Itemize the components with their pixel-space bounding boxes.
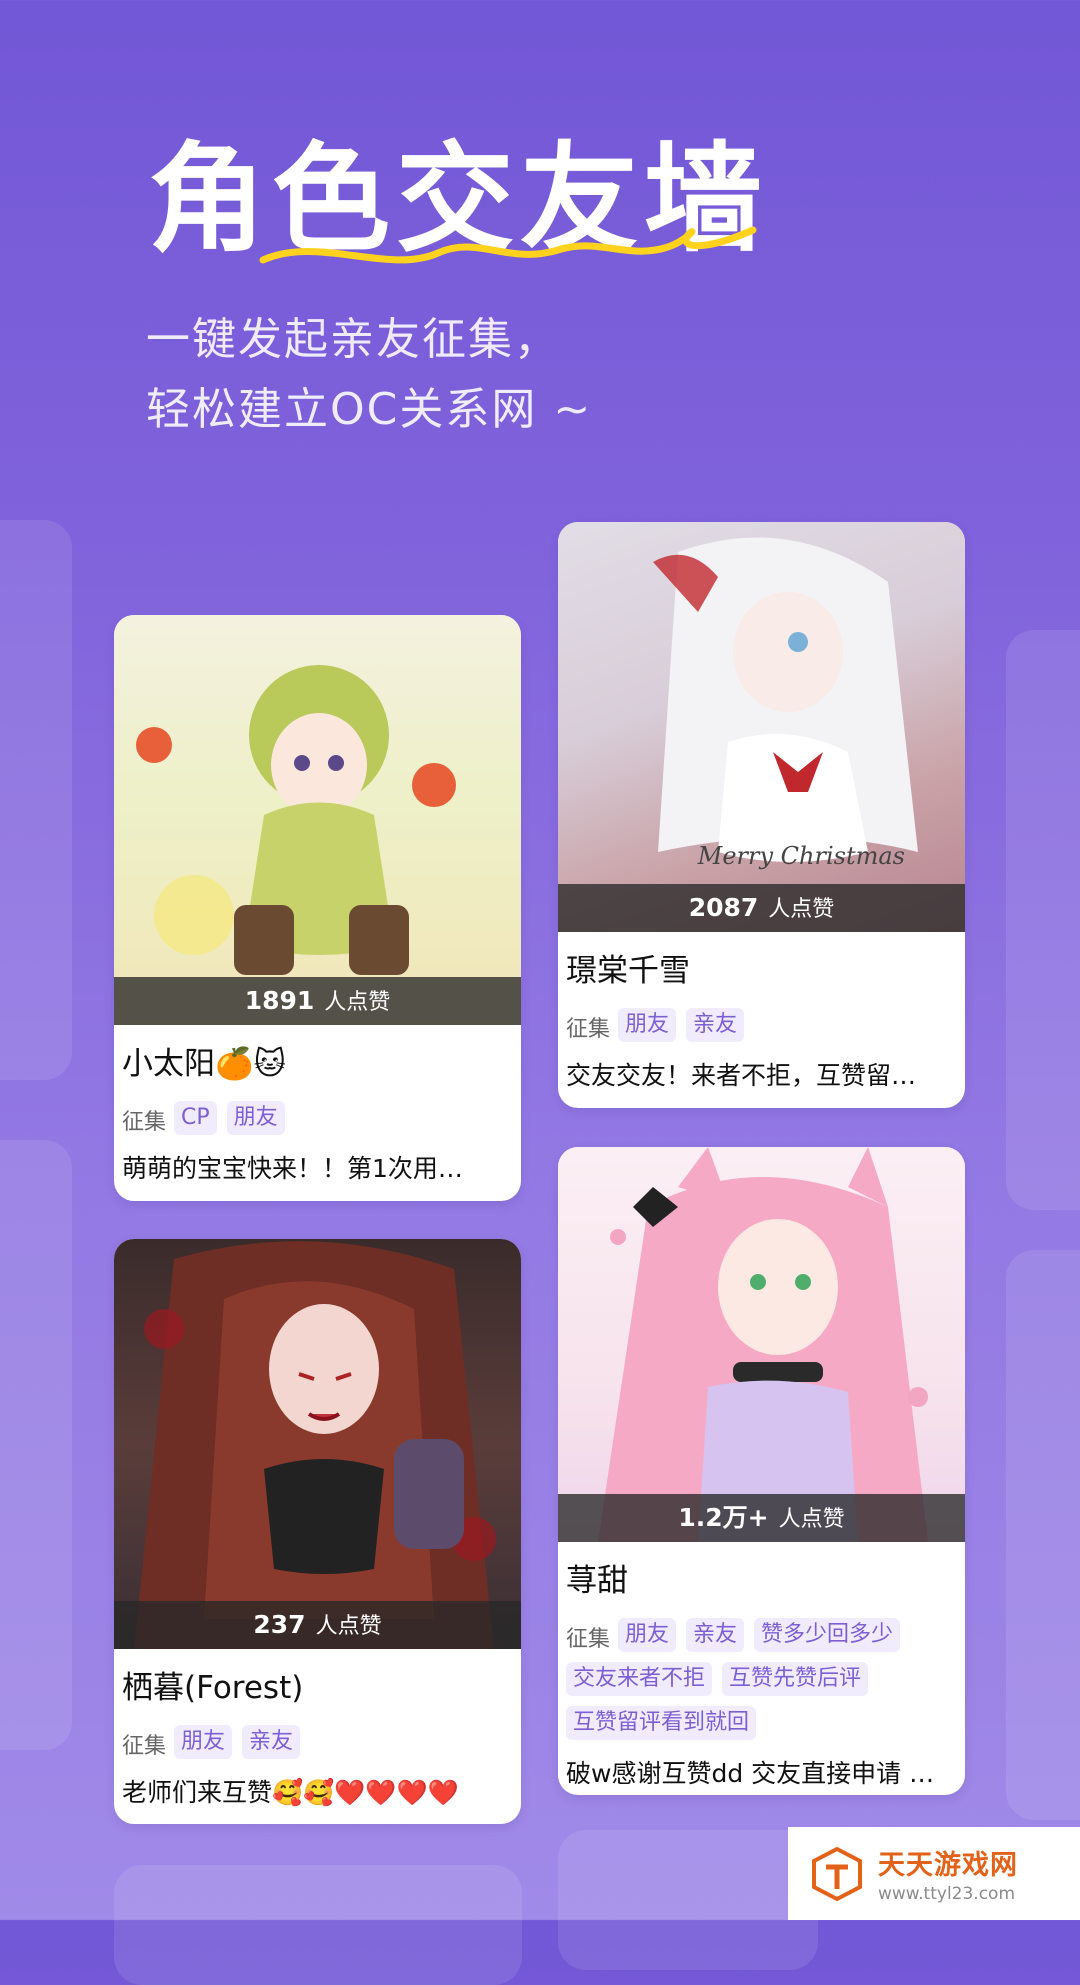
like-label: 人点赞 (778, 1507, 845, 1532)
tag-row: 征集 朋友 亲友 (114, 1725, 521, 1769)
card-description: 萌萌的宝宝快来！！第1次用… (122, 1154, 463, 1183)
tag[interactable]: CP (174, 1101, 217, 1135)
like-count: 237 (253, 1610, 306, 1639)
card-description: 破w感谢互赞dd 交友直接申请 … (566, 1759, 935, 1788)
tag[interactable]: 互赞留评看到就回 (566, 1706, 757, 1740)
tag[interactable]: 朋友 (618, 1618, 677, 1652)
tag[interactable]: 亲友 (686, 1008, 745, 1042)
watermark-logo-icon (812, 1846, 862, 1901)
character-artwork: Merry Christmas 2087 人点赞 (558, 522, 965, 932)
like-label: 人点赞 (315, 1614, 382, 1639)
subtitle-line-2: 轻松建立OC关系网 ~ (146, 384, 593, 435)
card-description: 老师们来互赞🥰🥰❤️❤️❤️❤️ (122, 1778, 459, 1807)
like-label: 人点赞 (324, 990, 391, 1015)
character-card[interactable]: 1.2万+ 人点赞 荨甜 征集 朋友 亲友 赞多少回多少 交友来者不拒 互赞先赞后… (558, 1147, 965, 1795)
bg-decoration (114, 1865, 522, 1985)
bg-decoration (1006, 1250, 1080, 1820)
artwork-caption: Merry Christmas (697, 842, 905, 870)
like-count-bar: 2087 人点赞 (558, 884, 965, 932)
card-description: 交友交友！来者不拒，互赞留… (566, 1061, 917, 1090)
tag[interactable]: 朋友 (174, 1725, 233, 1759)
tag-prefix: 征集 (566, 1017, 611, 1042)
title-squiggle (259, 226, 757, 264)
character-name: 栖暮(Forest) (122, 1670, 304, 1706)
character-artwork: 237 人点赞 (114, 1239, 521, 1649)
character-name: 小太阳🍊🐱 (122, 1046, 286, 1082)
subtitle: 一键发起亲友征集， 轻松建立OC关系网 ~ (146, 305, 592, 445)
tag-row: 征集 朋友 亲友 (558, 1008, 965, 1052)
tag[interactable]: 朋友 (618, 1008, 677, 1042)
like-count-bar: 1.2万+ 人点赞 (558, 1494, 965, 1542)
tag[interactable]: 赞多少回多少 (754, 1618, 901, 1652)
character-card[interactable]: 237 人点赞 栖暮(Forest) 征集 朋友 亲友 老师们来互赞🥰🥰❤️❤️❤… (114, 1239, 521, 1824)
like-count-bar: 1891 人点赞 (114, 977, 521, 1025)
like-count-bar: 237 人点赞 (114, 1601, 521, 1649)
tag[interactable]: 亲友 (242, 1725, 301, 1759)
like-count: 1891 (244, 986, 315, 1015)
bg-decoration (0, 520, 72, 1080)
character-card[interactable]: Merry Christmas 2087 人点赞 璟棠千雪 征集 朋友 亲友 交友… (558, 522, 965, 1108)
character-name: 荨甜 (566, 1563, 628, 1599)
tag-prefix: 征集 (122, 1110, 167, 1135)
bg-decoration (0, 1140, 72, 1750)
tag-prefix: 征集 (122, 1734, 167, 1759)
tag-prefix: 征集 (566, 1627, 611, 1652)
tag-row: 征集 朋友 亲友 赞多少回多少 交友来者不拒 互赞先赞后评 互赞留评看到就回 (558, 1618, 965, 1750)
character-card[interactable]: 1891 人点赞 小太阳🍊🐱 征集 CP 朋友 萌萌的宝宝快来！！第1次用… (114, 615, 521, 1201)
like-label: 人点赞 (768, 897, 835, 922)
tag[interactable]: 交友来者不拒 (566, 1662, 713, 1696)
subtitle-line-1: 一键发起亲友征集， (146, 314, 560, 365)
like-count: 1.2万+ (678, 1503, 769, 1532)
watermark-url: www.ttyl23.com (878, 1884, 1016, 1904)
like-count: 2087 (688, 893, 759, 922)
character-artwork: 1891 人点赞 (114, 615, 521, 1025)
watermark-title: 天天游戏网 (878, 1850, 1018, 1881)
character-name: 璟棠千雪 (566, 953, 690, 989)
bg-decoration (558, 1830, 818, 1970)
tag[interactable]: 亲友 (686, 1618, 745, 1652)
tag[interactable]: 互赞先赞后评 (722, 1662, 869, 1696)
tag[interactable]: 朋友 (226, 1101, 285, 1135)
bg-decoration (1006, 630, 1080, 1210)
character-artwork: 1.2万+ 人点赞 (558, 1147, 965, 1542)
site-watermark: 天天游戏网 www.ttyl23.com (788, 1827, 1080, 1920)
tag-row: 征集 CP 朋友 (114, 1101, 521, 1145)
